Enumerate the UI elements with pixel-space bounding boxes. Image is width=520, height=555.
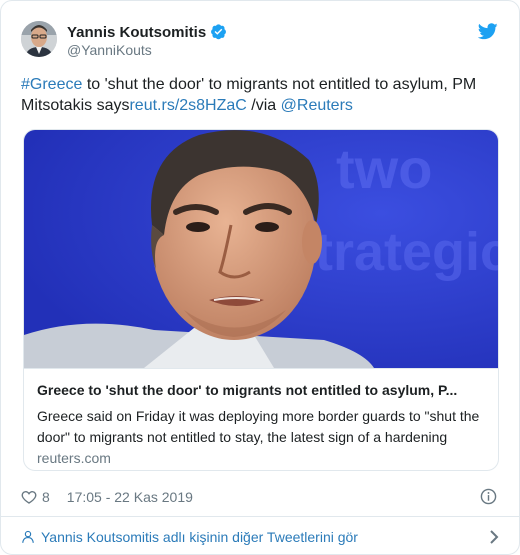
tweet-meta: 8 17:05 - 22 Kas 2019 (21, 487, 193, 507)
card-body[interactable]: Greece to 'shut the door' to migrants no… (24, 368, 498, 470)
svg-text:two: two (336, 137, 432, 200)
reuters-mention-link[interactable]: @Reuters (281, 97, 353, 114)
twitter-bird-icon[interactable] (478, 23, 498, 40)
person-icon (22, 530, 34, 543)
tweet-timestamp[interactable]: 17:05 - 22 Kas 2019 (67, 489, 193, 505)
more-tweets-link[interactable]: Yannis Koutsomitis adlı kişinin diğer Tw… (1, 516, 519, 554)
author-handle[interactable]: @YanniKouts (67, 42, 152, 58)
author-name-text[interactable]: Yannis Koutsomitis (67, 24, 206, 41)
card-domain: reuters.com (37, 450, 111, 466)
author-display-name[interactable]: Yannis Koutsomitis (67, 23, 227, 41)
tweet-text: #Greece to 'shut the door' to migrants n… (21, 74, 499, 116)
via-text: /via (246, 97, 281, 114)
card-title[interactable]: Greece to 'shut the door' to migrants no… (37, 381, 487, 399)
info-icon[interactable] (480, 488, 497, 505)
chevron-right-icon[interactable] (489, 530, 499, 544)
card-image[interactable]: two Strategic Part (24, 130, 498, 368)
link-preview-card[interactable]: two Strategic Part (23, 129, 499, 471)
hashtag-link[interactable]: #Greece (21, 76, 82, 93)
more-tweets-label[interactable]: Yannis Koutsomitis adlı kişinin diğer Tw… (41, 529, 358, 545)
like-count[interactable]: 8 (42, 489, 50, 505)
avatar[interactable] (21, 21, 57, 57)
card-description: Greece said on Friday it was deploying m… (37, 408, 480, 445)
embedded-tweet: Yannis Koutsomitis @YanniKouts #Greece t… (0, 0, 520, 555)
article-short-link[interactable]: reut.rs/2s8HZaC (129, 97, 246, 114)
heart-icon[interactable] (21, 489, 37, 505)
verified-badge-icon (211, 24, 227, 40)
